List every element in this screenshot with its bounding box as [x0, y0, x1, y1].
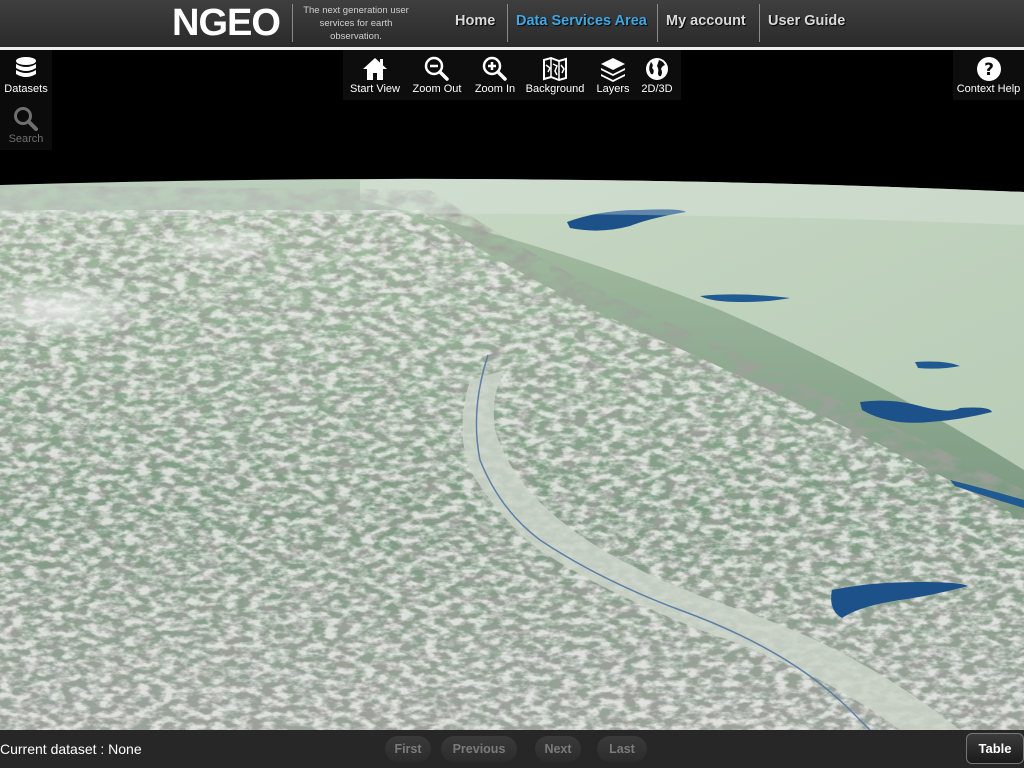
zoom-out-label: Zoom Out — [412, 83, 462, 95]
database-icon — [16, 57, 36, 77]
next-page-button[interactable]: Next — [535, 736, 581, 762]
header-separator — [759, 4, 760, 42]
search-button[interactable]: Search — [0, 106, 52, 145]
datasets-button[interactable]: Datasets — [0, 56, 52, 95]
previous-page-button[interactable]: Previous — [441, 736, 517, 762]
nav-user-guide[interactable]: User Guide — [768, 13, 845, 29]
map-toolbar: Start View Zoom Out Zoom In Background L… — [343, 50, 681, 100]
header-separator — [507, 4, 508, 42]
2d-3d-label: 2D/3D — [641, 83, 673, 95]
nav-my-account[interactable]: My account — [666, 13, 746, 29]
snow-cap — [160, 227, 280, 263]
header-separator — [657, 4, 658, 42]
zoom-out-icon — [424, 56, 449, 81]
zoom-in-label: Zoom In — [474, 83, 516, 95]
help-icon: ? — [976, 57, 1001, 81]
table-button[interactable]: Table — [966, 733, 1024, 764]
layers-label: Layers — [596, 83, 630, 95]
search-icon — [14, 107, 38, 131]
map-viewport[interactable] — [0, 50, 1024, 730]
zoom-in-button[interactable]: Zoom In — [469, 56, 521, 95]
context-help-label: Context Help — [956, 83, 1021, 95]
zoom-out-button[interactable]: Zoom Out — [409, 56, 465, 95]
start-view-label: Start View — [350, 83, 400, 95]
background-label: Background — [525, 83, 585, 95]
app-header: NGEO The next generation user services f… — [0, 0, 1024, 50]
2d-3d-toggle[interactable]: 2D/3D — [637, 56, 677, 95]
start-view-button[interactable]: Start View — [349, 56, 401, 95]
background-button[interactable]: Background — [523, 56, 587, 95]
nav-home[interactable]: Home — [455, 13, 495, 29]
svg-text:?: ? — [984, 60, 994, 80]
ngeo-logo[interactable]: NGEO — [172, 1, 281, 45]
left-toolbar: Datasets Search — [0, 50, 52, 150]
status-bar: Current dataset : None First Previous Ne… — [0, 730, 1024, 768]
last-page-button[interactable]: Last — [597, 736, 647, 762]
nav-data-services-area[interactable]: Data Services Area — [516, 13, 647, 29]
zoom-in-icon — [482, 56, 507, 81]
tagline: The next generation user services for ea… — [303, 5, 409, 42]
current-dataset-label: Current dataset : None — [0, 741, 142, 757]
header-separator — [292, 4, 293, 42]
map-icon — [543, 56, 567, 82]
layers-icon — [601, 58, 625, 82]
globe-icon — [646, 58, 668, 80]
search-label: Search — [8, 133, 44, 145]
datasets-label: Datasets — [4, 83, 48, 95]
first-page-button[interactable]: First — [385, 736, 431, 762]
right-toolbar: ? Context Help — [953, 50, 1024, 100]
layers-button[interactable]: Layers — [591, 56, 635, 95]
home-icon — [363, 58, 387, 80]
terrain-globe[interactable] — [0, 50, 1024, 730]
context-help-button[interactable]: ? Context Help — [953, 56, 1024, 95]
